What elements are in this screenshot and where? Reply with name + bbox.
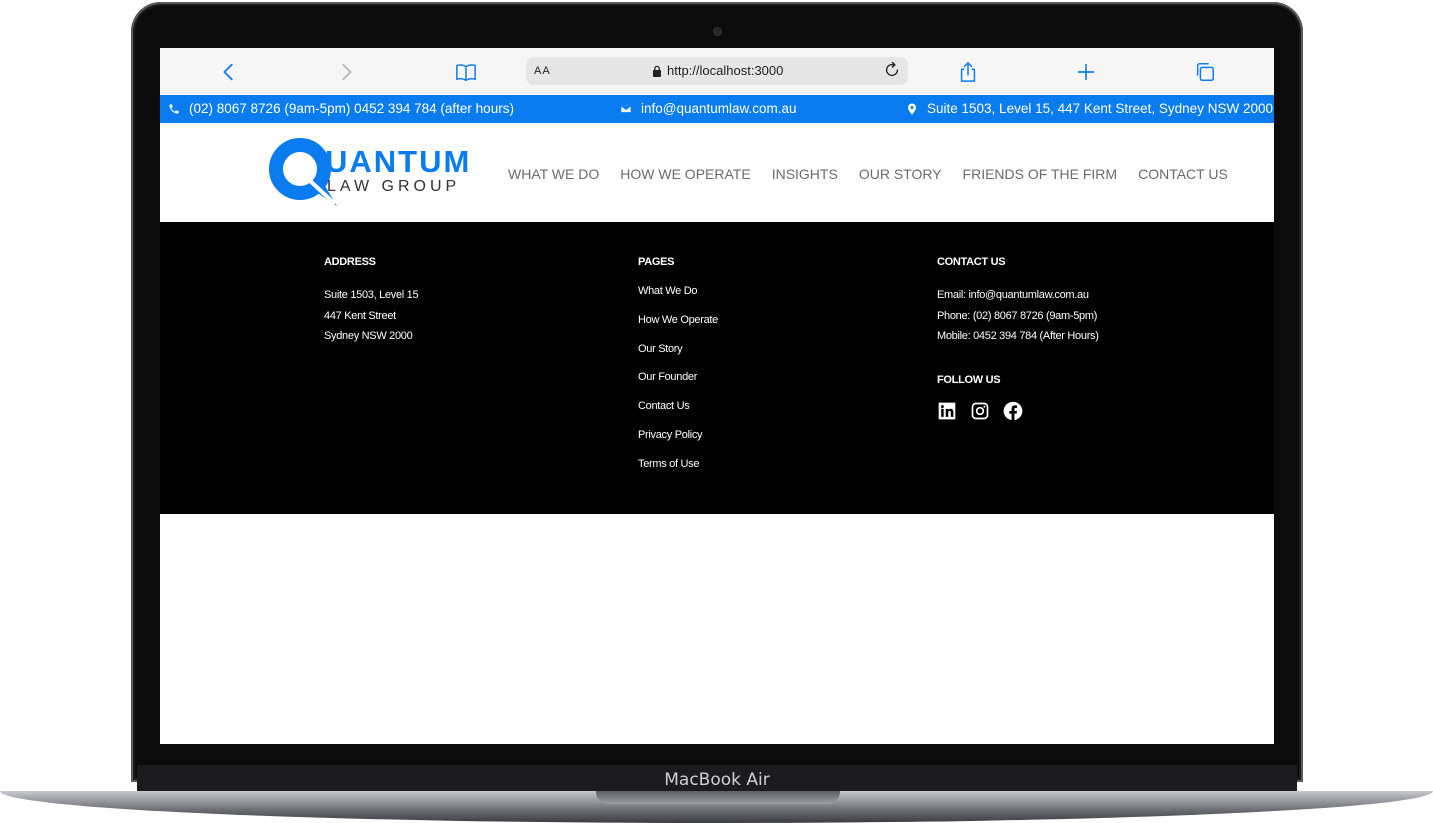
contact-mobile[interactable]: Mobile: 0452 394 784 (After Hours) [937, 326, 1099, 347]
nav-insights[interactable]: INSIGHTS [772, 166, 838, 182]
nav-how-we-operate[interactable]: HOW WE OPERATE [620, 166, 750, 182]
envelope-icon [620, 104, 632, 113]
instagram-icon[interactable] [970, 401, 990, 421]
url-text: http://localhost:3000 [667, 63, 784, 78]
email-text: info@quantumlaw.com.au [641, 101, 797, 116]
address-line: 447 Kent Street [324, 309, 396, 322]
tabs-icon[interactable] [1192, 59, 1218, 85]
reload-icon[interactable] [882, 60, 902, 80]
info-email[interactable]: info@quantumlaw.com.au [620, 101, 797, 116]
footer-link-how-we-operate[interactable]: How We Operate [638, 314, 718, 343]
address-line: Sydney NSW 2000 [324, 330, 413, 342]
laptop-notch [596, 791, 840, 804]
phone-text: (02) 8067 8726 (9am-5pm) 0452 394 784 (a… [189, 101, 514, 116]
social-links [937, 401, 1099, 421]
map-pin-icon [908, 103, 916, 114]
reader-aa-button[interactable]: AA [534, 65, 551, 77]
device-label: MacBook Air [664, 770, 770, 790]
contact-email[interactable]: Email: info@quantumlaw.com.au [937, 285, 1099, 306]
site-footer: ADDRESS Suite 1503, Level 15 447 Kent St… [160, 222, 1274, 514]
footer-address-heading: ADDRESS [324, 256, 376, 268]
quantum-logo[interactable]: UANTUM LAW GROUP [267, 136, 495, 212]
plus-icon[interactable] [1073, 59, 1099, 85]
info-address[interactable]: Suite 1503, Level 15, 447 Kent Street, S… [906, 101, 1273, 116]
info-phone[interactable]: (02) 8067 8726 (9am-5pm) 0452 394 784 (a… [168, 101, 514, 116]
footer-link-our-founder[interactable]: Our Founder [638, 371, 718, 400]
browser-toolbar: AA http://localhost:3000 [160, 48, 1274, 95]
linkedin-icon[interactable] [937, 401, 957, 421]
footer-pages-column: PAGES What We Do How We Operate Our Stor… [638, 256, 718, 487]
logo-wordmark: UANTUM [325, 144, 472, 179]
footer-link-contact-us[interactable]: Contact Us [638, 400, 718, 429]
footer-link-privacy-policy[interactable]: Privacy Policy [638, 429, 718, 458]
footer-link-terms-of-use[interactable]: Terms of Use [638, 458, 718, 487]
bookmarks-book-icon[interactable] [453, 59, 479, 85]
address-line: Suite 1503, Level 15 [324, 289, 419, 301]
share-icon[interactable] [955, 59, 981, 85]
footer-link-our-story[interactable]: Our Story [638, 343, 718, 372]
back-chevron-icon[interactable] [216, 59, 242, 85]
address-bar[interactable]: AA http://localhost:3000 [526, 57, 908, 85]
main-nav: WHAT WE DO HOW WE OPERATE INSIGHTS OUR S… [508, 166, 1249, 182]
footer-pages-heading: PAGES [638, 256, 675, 268]
footer-address-column: ADDRESS Suite 1503, Level 15 447 Kent St… [324, 256, 419, 347]
nav-our-story[interactable]: OUR STORY [859, 166, 942, 182]
nav-what-we-do[interactable]: WHAT WE DO [508, 166, 599, 182]
footer-follow-heading: FOLLOW US [937, 373, 1001, 386]
facebook-icon[interactable] [1003, 401, 1023, 421]
nav-contact-us[interactable]: CONTACT US [1138, 166, 1228, 182]
phone-icon [169, 104, 179, 113]
nav-friends-of-the-firm[interactable]: FRIENDS OF THE FIRM [963, 166, 1118, 182]
address-text: Suite 1503, Level 15, 447 Kent Street, S… [927, 101, 1273, 116]
camera [714, 28, 721, 35]
laptop-chin: MacBook Air [137, 765, 1297, 793]
logo-tagline: LAW GROUP [327, 178, 461, 195]
contact-info-bar: (02) 8067 8726 (9am-5pm) 0452 394 784 (a… [160, 95, 1274, 123]
footer-link-what-we-do[interactable]: What We Do [638, 285, 718, 314]
browser-screen: AA http://localhost:3000 (02) 8067 8726 … [160, 48, 1274, 744]
site-header: UANTUM LAW GROUP WHAT WE DO HOW WE OPERA… [160, 123, 1274, 222]
lock-icon [653, 65, 661, 77]
footer-contact-column: CONTACT US Email: info@quantumlaw.com.au… [937, 256, 1099, 421]
contact-phone[interactable]: Phone: (02) 8067 8726 (9am-5pm) [937, 306, 1099, 327]
footer-contact-heading: CONTACT US [937, 256, 1006, 268]
forward-chevron-icon[interactable] [333, 59, 359, 85]
url-display[interactable]: http://localhost:3000 [652, 63, 783, 78]
